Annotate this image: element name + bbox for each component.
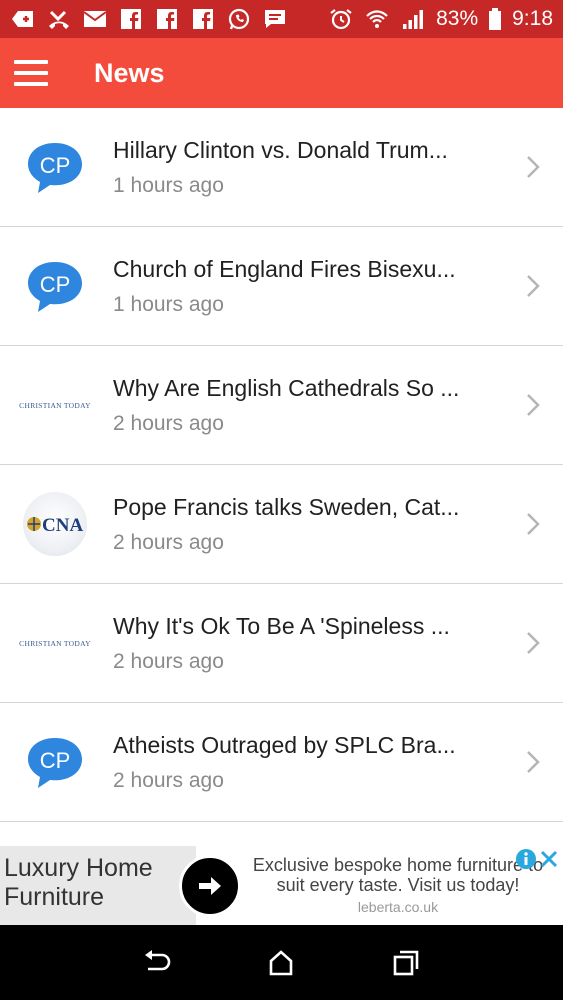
ad-title-panel: Luxury Home Furniture [0,846,196,925]
news-item[interactable]: CP Church of England Fires Bisexu... 1 h… [0,227,563,346]
news-text: Pope Francis talks Sweden, Cat... 2 hour… [113,494,493,555]
status-bar: 83% 9:18 [0,0,563,38]
christian-today-logo-icon: CHRISTIAN TODAY [19,610,91,676]
ad-title: Luxury Home Furniture [4,854,153,911]
clock: 9:18 [512,7,553,30]
news-list: CP Hillary Clinton vs. Donald Trum... 1 … [0,108,563,822]
recent-apps-icon[interactable] [389,946,423,980]
cna-logo-icon: CNA [22,491,88,557]
news-item[interactable]: CHRISTIAN TODAY Why Are English Cathedra… [0,346,563,465]
timestamp: 2 hours ago [113,768,224,792]
logo-text: CNA [42,515,83,536]
headline: Church of England Fires Bisexu... [113,255,456,282]
ad-domain: leberta.co.uk [357,899,439,915]
news-text: Church of England Fires Bisexu... 1 hour… [113,256,493,317]
battery-percent: 83% [436,7,479,30]
add-notification-icon [10,7,36,31]
news-text: Hillary Clinton vs. Donald Trum... 1 hou… [113,137,493,198]
system-nav-bar [0,925,563,1000]
ad-arrow-button[interactable] [179,855,241,917]
chevron-right-icon [527,632,540,654]
svg-text:CP: CP [40,272,71,297]
cp-logo-icon: CP [22,134,88,200]
svg-text:CP: CP [40,748,71,773]
timestamp: 2 hours ago [113,411,224,435]
headline: Pope Francis talks Sweden, Cat... [113,493,460,520]
page-title: News [94,57,165,88]
chevron-right-icon [527,513,540,535]
chevron-right-icon [527,751,540,773]
cp-logo-icon: CP [22,253,88,319]
news-item[interactable]: CP Hillary Clinton vs. Donald Trum... 1 … [0,108,563,227]
ad-banner[interactable]: Luxury Home Furniture Exclusive bespoke … [0,846,563,925]
headline: Hillary Clinton vs. Donald Trum... [113,136,448,163]
ad-info-icon[interactable] [515,848,537,870]
timestamp: 2 hours ago [113,530,224,554]
cp-logo-icon: CP [22,729,88,795]
arrow-right-icon [199,877,221,895]
facebook-icon-2 [154,7,180,31]
timestamp: 2 hours ago [113,649,224,673]
news-text: Why It's Ok To Be A 'Spineless ... 2 hou… [113,613,493,674]
back-icon[interactable] [140,946,174,980]
logo-text: CHRISTIAN TODAY [19,638,91,648]
facebook-icon [118,7,144,31]
news-text: Why Are English Cathedrals So ... 2 hour… [113,375,493,436]
wifi-icon [364,7,390,31]
message-icon [262,7,288,31]
chevron-right-icon [527,394,540,416]
headline: Why Are English Cathedrals So ... [113,374,460,401]
news-item[interactable]: CP Atheists Outraged by SPLC Bra... 2 ho… [0,703,563,822]
ad-description: Exclusive bespoke home furniture to suit… [252,855,544,895]
notification-icons [10,7,288,31]
news-text: Atheists Outraged by SPLC Bra... 2 hours… [113,732,493,793]
news-item[interactable]: CHRISTIAN TODAY Why It's Ok To Be A 'Spi… [0,584,563,703]
app-bar: News [0,38,563,108]
logo-text: CHRISTIAN TODAY [19,400,91,410]
home-icon[interactable] [264,946,298,980]
whatsapp-icon [226,7,252,31]
timestamp: 1 hours ago [113,173,224,197]
svg-text:CP: CP [40,153,71,178]
alarm-icon [328,7,354,31]
missed-call-icon [46,7,72,31]
timestamp: 1 hours ago [113,292,224,316]
ad-close-icon[interactable] [538,848,560,870]
chevron-right-icon [527,275,540,297]
signal-icon [400,7,426,31]
chevron-right-icon [527,156,540,178]
christian-today-logo-icon: CHRISTIAN TODAY [19,372,91,438]
ad-body: Exclusive bespoke home furniture to suit… [244,855,552,917]
email-icon [82,7,108,31]
headline: Why It's Ok To Be A 'Spineless ... [113,612,450,639]
news-item[interactable]: CNA Pope Francis talks Sweden, Cat... 2 … [0,465,563,584]
hamburger-menu-icon[interactable] [14,60,48,86]
battery-icon [488,7,502,31]
facebook-icon-3 [190,7,216,31]
system-indicators: 83% 9:18 [328,7,553,31]
headline: Atheists Outraged by SPLC Bra... [113,731,456,758]
